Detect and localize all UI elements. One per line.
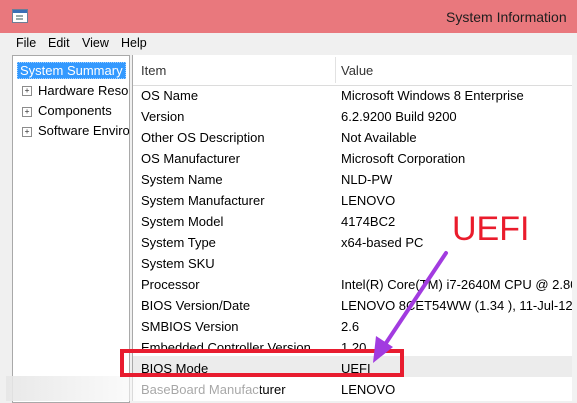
row-item[interactable]: SMBIOS Version [141,319,239,334]
tree-item-system-summary[interactable]: System Summary [17,62,126,79]
category-tree[interactable]: System Summary + Hardware Reso + Compone… [12,55,130,403]
row-item[interactable]: Other OS Description [141,130,265,145]
menu-file[interactable]: File [16,36,36,50]
column-header-value[interactable]: Value [341,55,373,84]
blurred-overlay [140,378,260,401]
row-item[interactable]: System Name [141,172,223,187]
row-item[interactable]: OS Manufacturer [141,151,240,166]
row-item[interactable]: Processor [141,277,200,292]
row-value[interactable]: Microsoft Windows 8 Enterprise [341,88,524,103]
row-item[interactable]: BIOS Version/Date [141,298,250,313]
row-value[interactable]: x64-based PC [341,235,423,250]
tree-item-software-environment[interactable]: Software Enviro [38,123,129,138]
menu-bar: File Edit View Help [0,33,577,55]
row-value[interactable]: Intel(R) Core(TM) i7-2640M CPU @ 2.80G [341,277,577,292]
row-value[interactable]: LENOVO 8CET54WW (1.34 ), 11-Jul-12 [341,298,573,313]
title-bar: System Information [0,0,577,33]
column-header-item[interactable]: Item [141,55,166,84]
menu-view[interactable]: View [82,36,109,50]
menu-help[interactable]: Help [121,36,147,50]
blurred-taskbar-area [6,376,140,401]
row-item[interactable]: OS Name [141,88,198,103]
row-value[interactable]: 6.2.9200 Build 9200 [341,109,457,124]
expand-plus-icon[interactable]: + [22,86,32,96]
row-value[interactable]: Not Available [341,130,417,145]
annotation-highlight-box [120,349,404,377]
tree-item-components[interactable]: Components [38,103,112,118]
tree-item-hardware-resources[interactable]: Hardware Reso [38,83,128,98]
header-divider [133,85,577,86]
expand-plus-icon[interactable]: + [22,107,32,117]
window-title: System Information [446,9,567,25]
row-value[interactable]: LENOVO [341,382,395,397]
system-information-app-icon[interactable] [12,9,28,23]
row-item[interactable]: System Manufacturer [141,193,265,208]
row-item[interactable]: System Model [141,214,223,229]
vertical-scrollbar[interactable] [572,55,577,401]
row-item[interactable]: Version [141,109,184,124]
menu-edit[interactable]: Edit [48,36,70,50]
row-value[interactable]: Microsoft Corporation [341,151,465,166]
row-value[interactable]: 4174BC2 [341,214,395,229]
row-item[interactable]: System Type [141,235,216,250]
row-item[interactable]: System SKU [141,256,215,271]
column-separator[interactable] [335,57,336,83]
row-value[interactable]: 2.6 [341,319,359,334]
annotation-label: UEFI [452,210,530,248]
expand-plus-icon[interactable]: + [22,127,32,137]
row-value[interactable]: LENOVO [341,193,395,208]
row-value[interactable]: NLD-PW [341,172,392,187]
